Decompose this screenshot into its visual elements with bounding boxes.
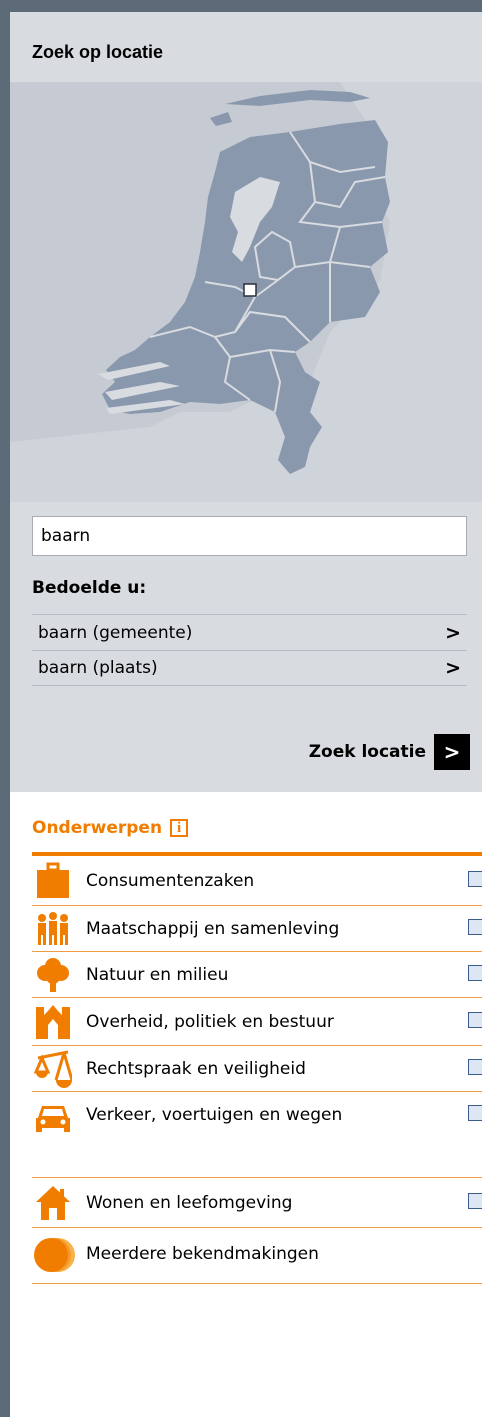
topic-rechtspraak[interactable]: Rechtspraak en veiligheid xyxy=(32,1046,482,1092)
suggestion-label: baarn (plaats) xyxy=(38,658,158,678)
location-search-panel: Zoek op locatie baarn Bedoelde u: baarn … xyxy=(10,12,482,792)
briefcase-icon xyxy=(37,862,69,898)
suggestion-baarn-plaats[interactable]: baarn (plaats) > xyxy=(32,650,467,686)
chevron-right-icon: > xyxy=(445,657,461,679)
location-title: Zoek op locatie xyxy=(32,42,164,62)
topic-checkbox[interactable] xyxy=(468,1193,482,1209)
suggestion-baarn-gemeente[interactable]: baarn (gemeente) > xyxy=(32,614,467,650)
suggestions-title: Bedoelde u: xyxy=(32,578,147,598)
location-search-input[interactable] xyxy=(32,516,467,556)
netherlands-map[interactable] xyxy=(10,82,482,502)
topic-meerdere[interactable]: Meerdere bekendmakingen xyxy=(32,1228,482,1284)
topic-label: Consumentenzaken xyxy=(86,871,255,891)
search-location-label: Zoek locatie xyxy=(308,742,426,762)
topic-verkeer[interactable]: Verkeer, voertuigen en wegen xyxy=(32,1092,482,1178)
topic-label: Natuur en milieu xyxy=(86,965,229,985)
topic-checkbox[interactable] xyxy=(468,1012,482,1028)
topic-label: Verkeer, voertuigen en wegen xyxy=(86,1105,343,1125)
page-frame: Zoek op locatie baarn Bedoelde u: baarn … xyxy=(10,12,482,1417)
people-icon xyxy=(38,912,68,945)
multiple-circles-icon xyxy=(34,1238,75,1272)
government-building-icon xyxy=(36,1005,70,1039)
info-icon[interactable]: i xyxy=(170,819,189,837)
scales-icon xyxy=(34,1050,72,1088)
topic-label: Rechtspraak en veiligheid xyxy=(86,1059,306,1079)
topic-checkbox[interactable] xyxy=(468,1059,482,1075)
topic-consumentenzaken[interactable]: Consumentenzaken xyxy=(32,856,482,906)
chevron-right-icon: > xyxy=(445,621,461,644)
arrow-right-icon: > xyxy=(434,734,470,770)
house-icon xyxy=(36,1186,70,1220)
topic-label: Overheid, politiek en bestuur xyxy=(86,1012,334,1032)
topic-overheid[interactable]: Overheid, politiek en bestuur xyxy=(32,998,482,1046)
topic-natuur-milieu[interactable]: Natuur en milieu xyxy=(32,952,482,998)
topic-label: Maatschappij en samenleving xyxy=(86,919,340,939)
topic-list: Consumentenzaken Maatschappij en samenle… xyxy=(32,856,482,1284)
topic-label: Meerdere bekendmakingen xyxy=(86,1244,319,1264)
topics-title: Onderwerpen i xyxy=(32,818,189,838)
topic-checkbox[interactable] xyxy=(468,965,482,981)
suggestion-label: baarn (gemeente) xyxy=(38,622,193,643)
tree-icon xyxy=(37,958,69,992)
suggestions-list: baarn (gemeente) > baarn (plaats) > xyxy=(32,614,467,686)
topic-maatschappij[interactable]: Maatschappij en samenleving xyxy=(32,906,482,952)
car-icon xyxy=(36,1106,70,1132)
topic-checkbox[interactable] xyxy=(468,919,482,935)
topic-label: Wonen en leefomgeving xyxy=(86,1193,293,1213)
location-marker xyxy=(243,283,257,297)
topic-checkbox[interactable] xyxy=(468,871,482,887)
topic-checkbox[interactable] xyxy=(468,1105,482,1121)
topics-title-text: Onderwerpen xyxy=(32,818,163,838)
topic-wonen[interactable]: Wonen en leefomgeving xyxy=(32,1178,482,1228)
search-location-button[interactable]: Zoek locatie > xyxy=(309,734,470,770)
